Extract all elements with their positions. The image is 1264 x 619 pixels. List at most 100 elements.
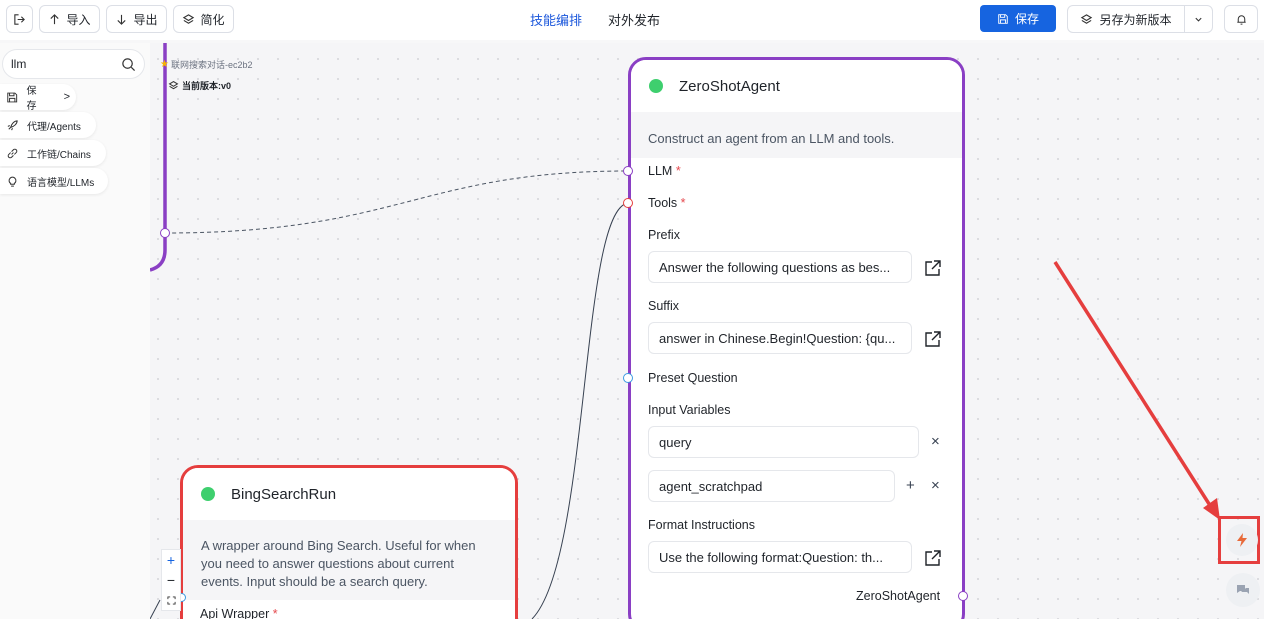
flow-name-text: 联网搜索对话-ec2b2 bbox=[170, 60, 253, 70]
flow-name: ★ 联网搜索对话-ec2b2 bbox=[160, 58, 253, 71]
chat-icon bbox=[1237, 585, 1249, 594]
api-wrapper-label-text: Api Wrapper bbox=[200, 607, 270, 619]
api-wrapper-label: Api Wrapper * bbox=[200, 607, 278, 619]
add-icon[interactable]: + bbox=[906, 477, 915, 494]
tools-label-text: Tools bbox=[648, 196, 678, 210]
layers-icon bbox=[1081, 13, 1093, 24]
lightbulb-icon bbox=[8, 176, 17, 187]
import-label: 导入 bbox=[66, 12, 91, 27]
tools-label: Tools * bbox=[648, 196, 686, 210]
required-mark: * bbox=[680, 196, 686, 210]
export-label: 导出 bbox=[133, 12, 158, 27]
agent-output-handle[interactable] bbox=[958, 591, 968, 601]
sidebar-item-chains[interactable]: 工作链/Chains bbox=[0, 140, 106, 166]
external-link-icon[interactable] bbox=[923, 329, 943, 349]
external-link-icon[interactable] bbox=[923, 258, 943, 278]
suffix-label: Suffix bbox=[648, 299, 680, 313]
simplify-button[interactable]: 简化 bbox=[173, 5, 234, 33]
node-description: A wrapper around Bing Search. Useful for… bbox=[183, 520, 515, 600]
save-button[interactable]: 保存 bbox=[980, 5, 1056, 32]
star-icon: ★ bbox=[160, 59, 169, 70]
sidebar-item-llms[interactable]: 语言模型/LLMs bbox=[0, 168, 108, 194]
node-header: BingSearchRun bbox=[183, 468, 515, 520]
llm-edge bbox=[164, 170, 629, 234]
layers-icon bbox=[183, 13, 195, 24]
node-header: ZeroShotAgent bbox=[631, 60, 962, 112]
tab-orchestration[interactable]: 技能编排 bbox=[530, 10, 582, 29]
arrow-down-icon bbox=[117, 14, 127, 25]
preset-question-handle[interactable] bbox=[623, 373, 633, 383]
fit-view-icon bbox=[166, 596, 176, 605]
sidebar-item-label: 语言模型/LLMs bbox=[27, 177, 95, 189]
remove-icon[interactable]: × bbox=[931, 477, 940, 494]
save-label: 保存 bbox=[1014, 12, 1039, 26]
exit-icon bbox=[14, 13, 25, 25]
preset-question-label: Preset Question bbox=[648, 371, 738, 385]
run-flow-button[interactable] bbox=[1226, 524, 1258, 556]
current-version-text: 当前版本:v0 bbox=[182, 81, 232, 91]
back-button[interactable] bbox=[6, 5, 33, 33]
save-as-group: 另存为新版本 bbox=[1067, 5, 1213, 33]
link-icon bbox=[7, 148, 18, 158]
bell-icon bbox=[1236, 14, 1246, 25]
input-variable-field[interactable]: query bbox=[648, 426, 919, 458]
format-instructions-input[interactable]: Use the following format:Question: th... bbox=[648, 541, 912, 573]
chat-button[interactable] bbox=[1226, 573, 1260, 607]
prefix-label: Prefix bbox=[648, 228, 680, 242]
export-button[interactable]: 导出 bbox=[106, 5, 167, 33]
rocket-icon bbox=[7, 119, 18, 130]
output-label: ZeroShotAgent bbox=[856, 589, 941, 603]
zoom-in-button[interactable]: + bbox=[167, 550, 175, 570]
component-search-input[interactable]: llm bbox=[2, 49, 145, 79]
save-as-dropdown[interactable] bbox=[1185, 15, 1212, 24]
arrow-up-icon bbox=[50, 13, 60, 24]
notification-button[interactable] bbox=[1224, 5, 1258, 33]
left-node-output-handle[interactable] bbox=[160, 228, 170, 238]
zoom-out-button[interactable]: − bbox=[167, 570, 175, 590]
prefix-input[interactable]: Answer the following questions as bes... bbox=[648, 251, 912, 283]
save-as-button[interactable]: 另存为新版本 bbox=[1068, 6, 1185, 32]
layers-icon bbox=[168, 80, 179, 90]
current-version[interactable]: 当前版本:v0 bbox=[168, 79, 231, 92]
suffix-input[interactable]: answer in Chinese.Begin!Question: {qu... bbox=[648, 322, 912, 354]
status-dot bbox=[649, 79, 663, 93]
required-mark: * bbox=[272, 607, 278, 619]
llm-input-handle[interactable] bbox=[623, 166, 633, 176]
save-as-label: 另存为新版本 bbox=[1099, 12, 1172, 27]
node-title: BingSearchRun bbox=[231, 485, 337, 503]
remove-icon[interactable]: × bbox=[931, 433, 940, 450]
left-edge-stub bbox=[149, 599, 161, 619]
input-variable-field[interactable]: agent_scratchpad bbox=[648, 470, 895, 502]
tools-input-handle[interactable] bbox=[623, 198, 633, 208]
tab-bar: 技能编排 对外发布 bbox=[530, 0, 660, 38]
simplify-label: 简化 bbox=[200, 12, 225, 27]
zoom-controls: + − bbox=[161, 549, 181, 611]
format-instructions-label: Format Instructions bbox=[648, 518, 755, 532]
top-toolbar: 导入 导出 简化 技能编排 对外发布 保存 另存为新版本 bbox=[0, 0, 1264, 40]
import-button[interactable]: 导入 bbox=[39, 5, 100, 33]
llm-label-text: LLM bbox=[648, 164, 673, 178]
search-value: llm bbox=[11, 57, 27, 71]
input-variables-label: Input Variables bbox=[648, 403, 731, 417]
chevron-right-icon: > bbox=[63, 91, 70, 103]
status-dot bbox=[201, 487, 215, 501]
bingsearchrun-node[interactable]: BingSearchRun A wrapper around Bing Sear… bbox=[180, 465, 518, 619]
tools-edge bbox=[531, 202, 629, 619]
llm-label: LLM * bbox=[648, 164, 681, 178]
annotation-arrow bbox=[1053, 261, 1213, 508]
node-description: Construct an agent from an LLM and tools… bbox=[631, 112, 962, 158]
required-mark: * bbox=[675, 164, 681, 178]
node-title: ZeroShotAgent bbox=[679, 77, 780, 95]
lightning-icon bbox=[1237, 533, 1247, 547]
tab-publish[interactable]: 对外发布 bbox=[608, 10, 660, 29]
save-icon bbox=[998, 13, 1008, 24]
sidebar-item-agents[interactable]: 代理/Agents bbox=[0, 112, 96, 138]
chevron-down-icon bbox=[1195, 17, 1202, 22]
search-icon[interactable] bbox=[121, 57, 136, 72]
save-icon bbox=[7, 92, 18, 102]
external-link-icon[interactable] bbox=[923, 548, 943, 568]
fit-view-button[interactable] bbox=[166, 590, 176, 610]
sidebar-item-save[interactable]: 保存 > bbox=[0, 84, 76, 112]
sidebar-item-label: 代理/Agents bbox=[27, 121, 81, 133]
sidebar-item-label: 保存 bbox=[26, 86, 37, 112]
